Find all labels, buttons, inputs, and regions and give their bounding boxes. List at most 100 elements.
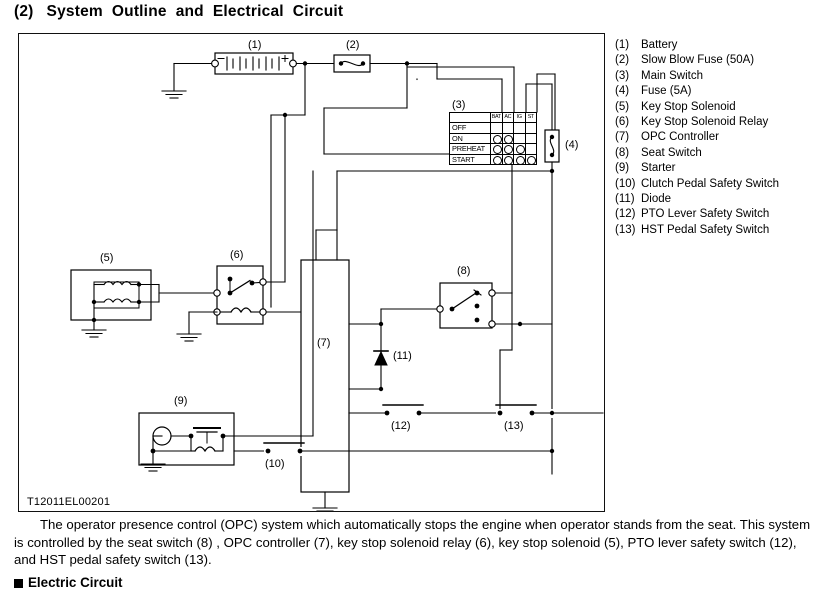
ground-symbol-relay — [176, 333, 202, 342]
callout-hst-switch: (13) — [504, 420, 524, 432]
legend-item-2: (2) Slow Blow Fuse (50A) — [615, 53, 827, 68]
contact-2-2 — [513, 143, 526, 156]
legend-label-2: Slow Blow Fuse (50A) — [641, 54, 755, 67]
switch-position-1: ON — [449, 132, 491, 145]
legend-list: (1) Battery (2) Slow Blow Fuse (50A) (3) Ma… — [615, 38, 827, 238]
contact-2-1 — [501, 143, 514, 156]
legend-label-7: OPC Controller — [641, 131, 719, 144]
contact-1-0 — [490, 132, 503, 145]
key-stop-solenoid-relay-symbol — [213, 265, 267, 325]
legend-item-8: (8) Seat Switch — [615, 146, 827, 161]
page-title-number: (2) — [14, 3, 34, 20]
table-row: OFF — [449, 122, 537, 134]
legend-key-7: (7) — [615, 131, 630, 144]
legend-label-3: Main Switch — [641, 69, 703, 82]
key-stop-solenoid-symbol — [70, 269, 160, 323]
table-row: START — [449, 153, 537, 166]
callout-key-stop-solenoid: (5) — [100, 252, 114, 264]
contact-3-0 — [490, 153, 503, 166]
legend-item-12: (12) PTO Lever Safety Switch — [615, 207, 827, 222]
contact-3-3 — [524, 153, 537, 166]
terminal-header-0: BAT — [490, 111, 503, 124]
legend-label-5: Key Stop Solenoid — [641, 100, 736, 113]
legend-item-6: (6) Key Stop Solenoid Relay — [615, 115, 827, 130]
callout-slow-blow-fuse: (2) — [346, 39, 360, 51]
seat-switch-symbol — [436, 282, 496, 329]
legend-item-13: (13) HST Pedal Safety Switch — [615, 223, 827, 238]
main-switch-callout: (3) — [452, 99, 466, 111]
legend-label-4: Fuse (5A) — [641, 85, 692, 98]
terminal-header-2: IG — [513, 111, 526, 124]
ground-symbol-solenoid — [81, 329, 107, 338]
legend-key-11: (11) — [615, 193, 635, 206]
legend-key-9: (9) — [615, 162, 630, 175]
table-row: ON — [449, 132, 537, 145]
table-header-row: BAT AC IG ST — [449, 111, 537, 124]
contact-1-2 — [513, 132, 526, 145]
main-switch-continuity-table: BAT AC IG ST OFF ON PREHEAT START — [449, 111, 537, 166]
terminal-header-3: ST — [524, 111, 537, 124]
legend-label-11: Diode — [641, 193, 672, 206]
legend-item-4: (4) Fuse (5A) — [615, 84, 827, 99]
circuit-schematic — [70, 52, 604, 511]
page-title-words: System Outline and Electrical Circuit — [47, 3, 353, 20]
contact-2-3 — [524, 143, 537, 155]
description-paragraph: The operator presence control (OPC) syst… — [14, 516, 820, 569]
terminal-header-1: AC — [501, 111, 514, 124]
callout-opc-controller: (7) — [317, 337, 331, 349]
title-word-3: Electrical — [212, 3, 284, 20]
junction-dot — [282, 112, 288, 118]
contact-0-0 — [490, 122, 503, 134]
junction-dot — [549, 448, 555, 454]
switch-position-2: PREHEAT — [449, 143, 491, 155]
callout-seat-switch: (8) — [457, 265, 471, 277]
title-word-2: and — [175, 3, 204, 20]
callout-pto-switch: (12) — [391, 420, 411, 432]
callout-battery: (1) — [248, 39, 262, 51]
legend-key-8: (8) — [615, 146, 630, 159]
figure-id-label: T12011EL00201 — [27, 496, 111, 508]
legend-label-6: Key Stop Solenoid Relay — [641, 116, 769, 129]
legend-label-10: Clutch Pedal Safety Switch — [641, 177, 780, 190]
fuse-5a-symbol — [544, 129, 560, 163]
legend-key-5: (5) — [615, 100, 630, 113]
circuit-diagram-frame: (3) BAT AC IG ST OFF ON PREHEAT START (1… — [18, 33, 605, 512]
ground-symbol-battery — [161, 90, 187, 99]
legend-key-1: (1) — [615, 39, 630, 51]
ground-symbol-controller — [312, 507, 338, 511]
callout-relay: (6) — [230, 249, 244, 261]
legend-key-13: (13) — [615, 223, 636, 236]
legend-key-12: (12) — [615, 208, 636, 221]
title-word-4: Circuit — [292, 3, 344, 20]
legend-item-11: (11) Diode — [615, 192, 827, 207]
legend-key-2: (2) — [615, 54, 630, 67]
legend-item-5: (5) Key Stop Solenoid — [615, 100, 827, 115]
contact-2-0 — [490, 143, 503, 156]
callout-starter: (9) — [174, 395, 188, 407]
legend-item-9: (9) Starter — [615, 161, 827, 176]
table-header-blank — [449, 111, 491, 124]
battery-symbol — [211, 52, 297, 75]
opc-controller-symbol — [300, 259, 350, 493]
legend-key-10: (10) — [615, 177, 636, 190]
callout-fuse-5a: (4) — [565, 139, 579, 151]
legend-item-1: (1) Battery — [615, 38, 827, 53]
title-word-1: Outline — [111, 3, 167, 20]
diode-symbol — [373, 350, 389, 366]
legend-label-12: PTO Lever Safety Switch — [641, 208, 770, 221]
callout-clutch-switch: (10) — [265, 458, 285, 470]
legend-key-6: (6) — [615, 116, 630, 129]
contact-3-2 — [513, 153, 526, 166]
legend-item-3: (3) Main Switch — [615, 69, 827, 84]
legend-label-1: Battery — [641, 39, 678, 51]
section-heading-label: Electric Circuit — [28, 575, 123, 590]
title-word-0: System — [46, 3, 103, 20]
contact-0-3 — [524, 122, 537, 134]
legend-label-8: Seat Switch — [641, 146, 702, 159]
contact-1-1 — [501, 132, 514, 145]
legend-key-3: (3) — [615, 69, 630, 82]
callout-diode: (11) — [393, 350, 412, 362]
legend-label-13: HST Pedal Safety Switch — [641, 223, 770, 236]
paragraph-text: The operator presence control (OPC) syst… — [14, 517, 811, 568]
contact-0-2 — [513, 122, 526, 134]
